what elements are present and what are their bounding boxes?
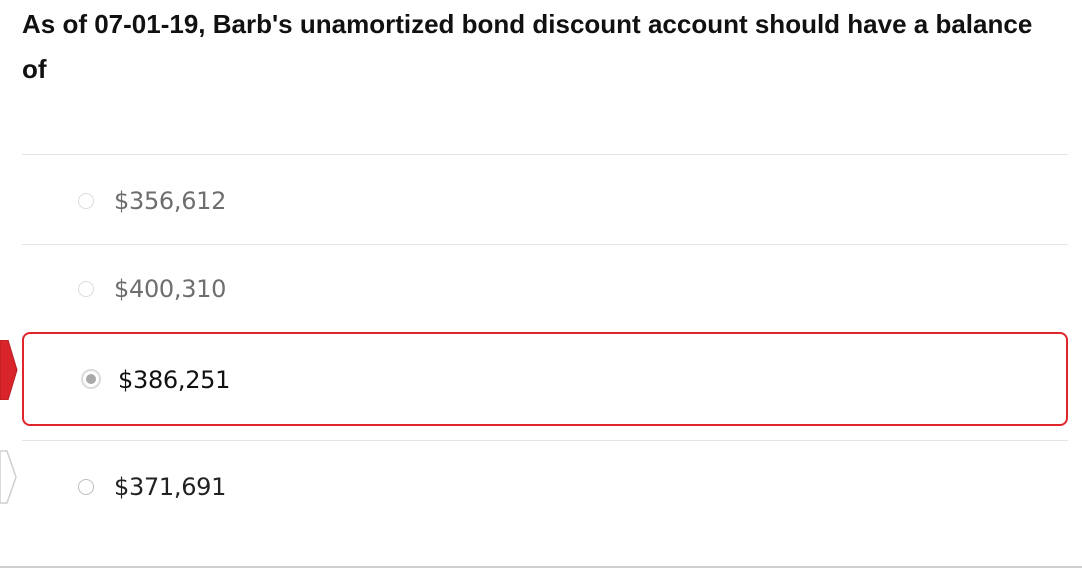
answer-label: $371,691 xyxy=(114,473,227,501)
answer-option-1[interactable]: $356,612 xyxy=(22,178,1068,224)
radio-button-selected[interactable] xyxy=(81,369,101,389)
answer-option-2[interactable]: $400,310 xyxy=(22,266,1068,312)
divider xyxy=(22,154,1068,155)
white-arrow-marker-icon xyxy=(0,450,17,504)
radio-button[interactable] xyxy=(78,281,94,297)
answer-label: $356,612 xyxy=(114,187,227,215)
question-text: As of 07-01-19, Barb's unamortized bond … xyxy=(22,9,1033,84)
radio-button[interactable] xyxy=(78,479,94,495)
answer-label: $400,310 xyxy=(114,275,227,303)
answer-option-4[interactable]: $371,691 xyxy=(22,464,1068,510)
bottom-border xyxy=(0,566,1082,568)
red-arrow-marker-icon xyxy=(0,340,18,400)
divider xyxy=(22,440,1068,441)
answer-option-3-selected[interactable]: $386,251 xyxy=(22,332,1068,426)
radio-button[interactable] xyxy=(78,193,94,209)
answer-label: $386,251 xyxy=(118,366,231,394)
divider xyxy=(22,244,1068,245)
